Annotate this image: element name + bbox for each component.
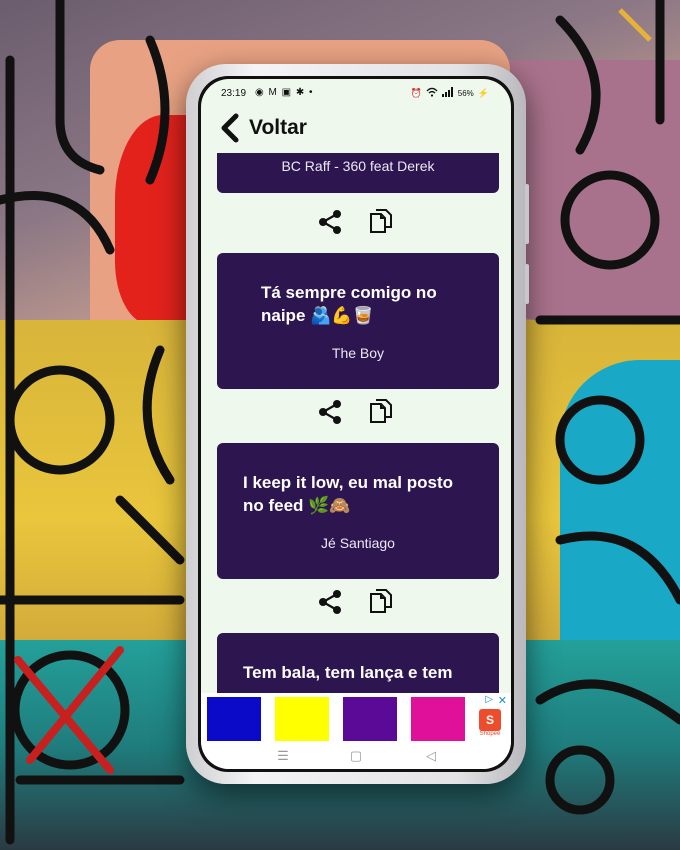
quote-text: Tá sempre comigo no naipe 🫂💪🥃 [261,283,437,325]
quote-card[interactable]: Tá sempre comigo no naipe 🫂💪🥃 The Boy [217,253,499,389]
nav-back-button[interactable]: ◁ [419,745,443,769]
quotes-list[interactable]: BC Raff - 360 feat Derek Tá sempre comig… [201,153,511,693]
ad-close-icon[interactable]: ✕ [498,694,507,707]
wifi-icon [426,87,438,99]
battery-icon: ⚡ [477,87,489,98]
gmail-icon: M [268,87,278,98]
alarm-icon: ⏰ [410,87,422,98]
quote-card[interactable]: BC Raff - 360 feat Derek [217,153,499,193]
share-icon[interactable] [317,399,343,425]
app-header: Voltar [201,107,511,153]
status-time: 23:19 [221,88,247,99]
accessibility-icon: ✱ [295,87,306,98]
shopee-logo[interactable]: S Shopee [479,709,501,739]
signal-icon [441,87,454,99]
ad-product-tile[interactable] [207,697,261,741]
app-display: 23:19 ◉ M ▣ ✱ • ⏰ 56% ⚡ Voltar BC Raff -… [201,79,511,769]
quote-actions [201,585,511,621]
status-right-icons: ⏰ 56% ⚡ [411,87,489,99]
back-label: Voltar [249,116,307,139]
dot-icon: • [309,87,314,98]
ad-product-tile[interactable] [275,697,329,741]
status-bar: 23:19 ◉ M ▣ ✱ • ⏰ 56% ⚡ [201,79,511,107]
copy-icon[interactable] [367,207,395,235]
back-button[interactable]: Voltar [219,113,307,143]
ad-banner[interactable]: ▷ ✕ S Shopee [201,693,511,745]
volume-button [525,184,529,244]
quote-author: The Boy [331,345,385,361]
chevron-left-icon [221,113,239,143]
quote-author: BC Raff - 360 feat Derek [281,158,435,174]
copy-icon[interactable] [367,587,395,615]
power-button [525,264,529,304]
ad-product-tile[interactable] [343,697,397,741]
quote-text: Tem bala, tem lança e tem [243,663,453,682]
whatsapp-icon: ◉ [255,87,265,98]
copy-icon[interactable] [367,397,395,425]
quote-actions [201,395,511,431]
battery-percent: 56% [457,88,474,98]
quote-author: Jé Santiago [321,535,395,551]
shopee-label: Shopee [479,731,501,737]
ad-product-tile[interactable] [411,697,465,741]
ad-info-icon[interactable]: ▷ [485,694,493,705]
recents-button[interactable]: ☰ [271,745,295,769]
shopee-bag-icon: S [479,709,501,731]
home-button[interactable]: ▢ [344,745,368,769]
quote-card[interactable]: I keep it low, eu mal posto no feed 🌿🙈 J… [217,443,499,579]
phone-frame: 23:19 ◉ M ▣ ✱ • ⏰ 56% ⚡ Voltar BC Raff -… [186,64,529,784]
status-app-icons: ◉ M ▣ ✱ • [255,87,314,98]
phone-screen-bezel: 23:19 ◉ M ▣ ✱ • ⏰ 56% ⚡ Voltar BC Raff -… [198,76,514,772]
notification-icon: ▣ [281,87,293,98]
share-icon[interactable] [317,589,343,615]
system-nav-bar: ☰ ▢ ◁ [201,745,511,769]
share-icon[interactable] [317,209,343,235]
quote-text: I keep it low, eu mal posto no feed 🌿🙈 [243,473,454,515]
quote-actions [201,205,511,241]
quote-card[interactable]: Tem bala, tem lança e tem [217,633,499,693]
